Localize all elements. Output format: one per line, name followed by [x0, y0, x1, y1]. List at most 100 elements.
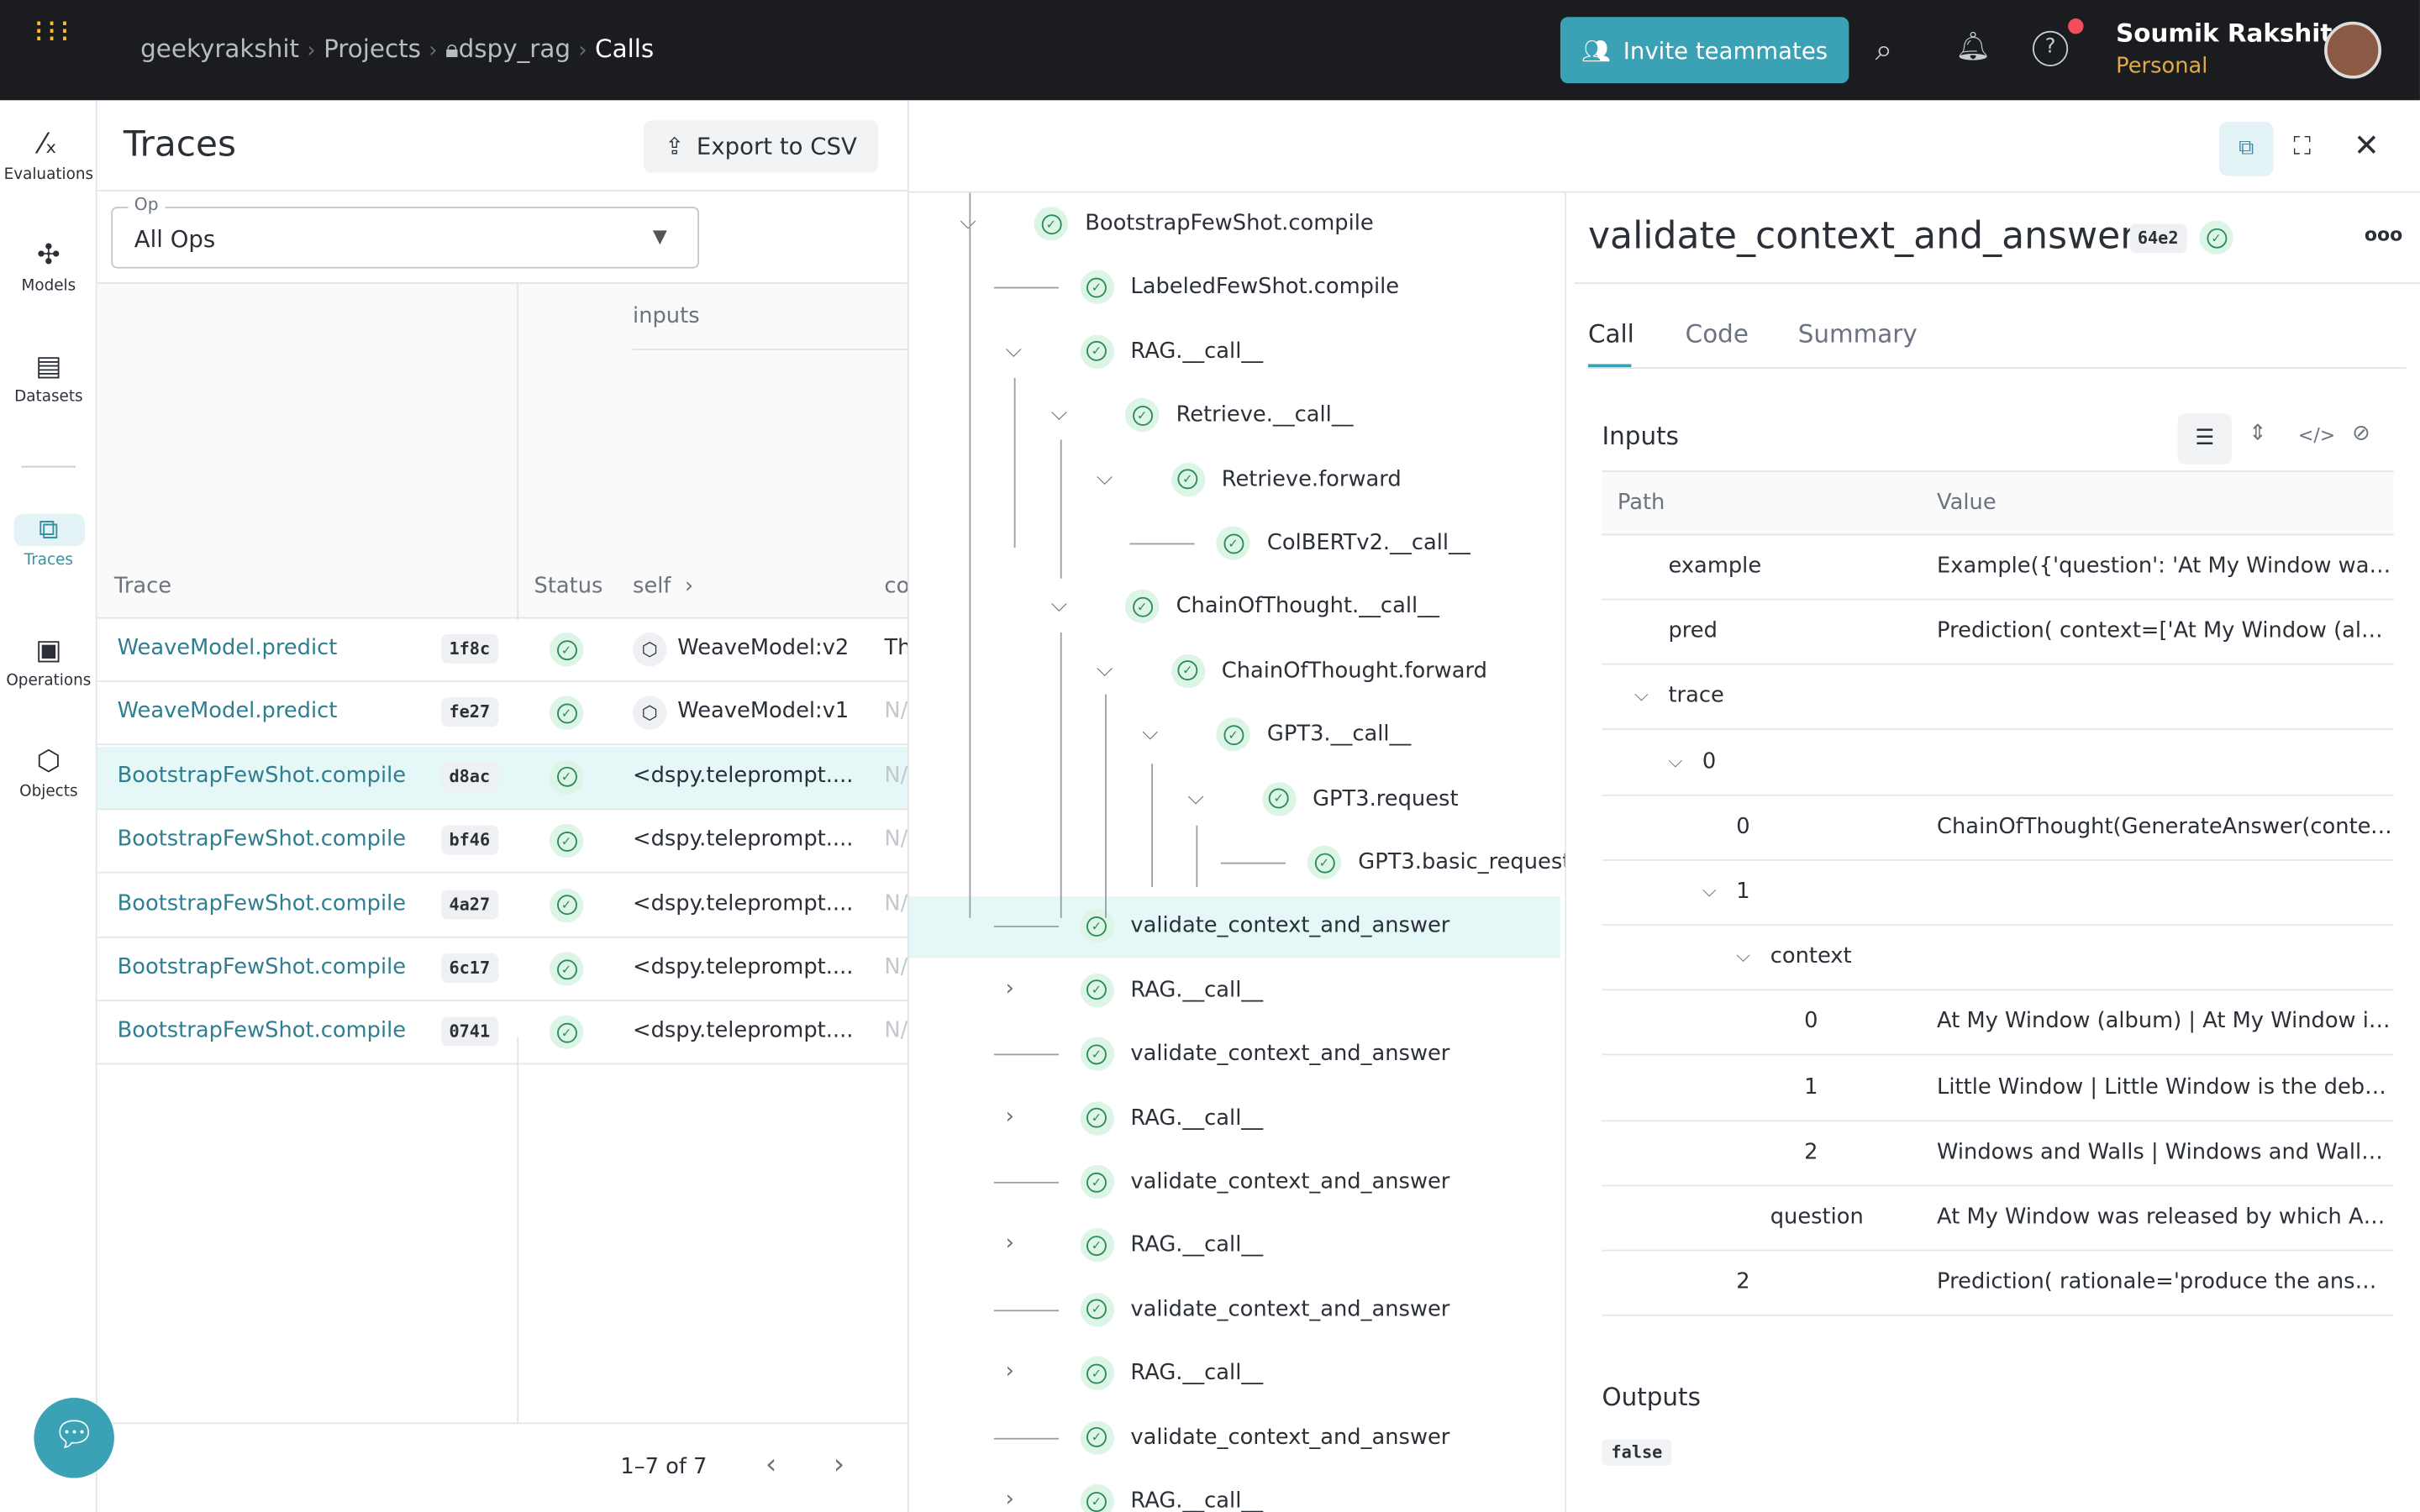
trace-link[interactable]: BootstrapFewShot.compile: [118, 891, 407, 916]
close-icon[interactable]: ✕: [2354, 127, 2380, 164]
inputs-row[interactable]: question At My Window was released by whi…: [1602, 1186, 2394, 1252]
inputs-row[interactable]: ⌵ trace: [1602, 665, 2394, 731]
tree-node[interactable]: ✓ GPT3.__call__: [1216, 704, 1411, 765]
chevron-down-icon[interactable]: ⌵: [1668, 749, 1682, 773]
wandb-logo-icon[interactable]: ⁝⁝⁝: [34, 15, 72, 46]
chevron-down-icon[interactable]: ⌵: [1051, 593, 1068, 617]
tree-node[interactable]: ✓ validate_context_and_answer: [1079, 895, 1449, 957]
breadcrumb-projects[interactable]: Projects: [324, 34, 421, 63]
inputs-row[interactable]: 1 Little Window | Little Window is the de…: [1602, 1056, 2394, 1121]
tree-node[interactable]: ✓ GPT3.basic_request: [1307, 832, 1565, 893]
list-view-icon[interactable]: ☰: [2177, 413, 2232, 465]
tab-code[interactable]: Code: [1686, 319, 1749, 349]
chevron-right-icon[interactable]: ›: [1006, 1488, 1014, 1512]
chevron-down-icon[interactable]: ⌵: [1736, 944, 1750, 968]
inputs-row[interactable]: 2 Prediction( rationale='produce the answ…: [1602, 1252, 2394, 1317]
chevron-down-icon[interactable]: ⌵: [1097, 657, 1113, 681]
trace-link[interactable]: BootstrapFewShot.compile: [118, 1019, 407, 1043]
tree-node[interactable]: ✓ RAG.__call__: [1079, 321, 1263, 382]
column-header-trace[interactable]: Trace: [114, 574, 171, 598]
column-header-self[interactable]: self ›: [633, 574, 693, 598]
trace-tree-toggle-icon[interactable]: ⧉: [2219, 122, 2274, 176]
column-header-co[interactable]: co: [884, 574, 909, 598]
sidebar-item-models[interactable]: ✣ Models: [0, 239, 97, 295]
op-filter-select[interactable]: Op All Ops ▼: [111, 194, 700, 269]
table-row[interactable]: BootstrapFewShot.compile 6c17 ✓ <dspy.telep…: [97, 938, 908, 1002]
sidebar-item-datasets[interactable]: ▤ Datasets: [0, 350, 97, 406]
inputs-row[interactable]: ⌵ context: [1602, 926, 2394, 991]
tree-node[interactable]: ✓ ChainOfThought.forward: [1171, 640, 1487, 701]
tree-node[interactable]: ✓ validate_context_and_answer: [1079, 1278, 1449, 1340]
user-name[interactable]: Soumik Rakshit: [2116, 18, 2332, 48]
inputs-row[interactable]: 0 At My Window (album) | At My Window is …: [1602, 991, 2394, 1057]
code-view-icon[interactable]: </>: [2298, 424, 2335, 446]
inputs-row[interactable]: pred Prediction( context=['At My Window (…: [1602, 601, 2394, 665]
trace-link[interactable]: WeaveModel.predict: [118, 700, 338, 724]
avatar[interactable]: [2324, 21, 2382, 79]
trace-link[interactable]: BootstrapFewShot.compile: [118, 955, 407, 979]
inputs-row[interactable]: ⌵ 1: [1602, 861, 2394, 927]
chevron-down-icon[interactable]: ⌵: [1702, 879, 1717, 903]
chevron-down-icon[interactable]: ⌵: [1051, 402, 1068, 426]
chat-support-button[interactable]: 💬︎: [34, 1398, 114, 1478]
table-row[interactable]: BootstrapFewShot.compile d8ac ✓ <dspy.telep…: [97, 746, 908, 810]
tree-node[interactable]: ✓ ColBERTv2.__call__: [1216, 512, 1470, 574]
sidebar-item-objects[interactable]: ⬡ Objects: [0, 745, 97, 801]
chevron-right-icon[interactable]: ›: [1006, 1231, 1014, 1256]
tree-node[interactable]: ✓ LabeledFewShot.compile: [1079, 257, 1399, 318]
next-page-button[interactable]: ›: [834, 1449, 844, 1482]
inputs-row[interactable]: 2 Windows and Walls | Windows and Walls i…: [1602, 1121, 2394, 1187]
sidebar-item-traces[interactable]: ⧉ Traces: [0, 513, 97, 570]
tree-node[interactable]: ✓ RAG.__call__: [1079, 1087, 1263, 1148]
tree-node[interactable]: ✓ ChainOfThought.__call__: [1124, 576, 1439, 638]
tree-node[interactable]: ✓ RAG.__call__: [1079, 1470, 1263, 1512]
self-value[interactable]: WeaveModel:v2: [677, 636, 849, 660]
tree-node[interactable]: ✓ Retrieve.forward: [1171, 449, 1402, 510]
fullscreen-icon[interactable]: ⛶: [2293, 131, 2311, 162]
tree-node[interactable]: ✓ validate_context_and_answer: [1079, 1023, 1449, 1084]
chevron-down-icon[interactable]: ⌵: [960, 210, 976, 234]
chevron-right-icon[interactable]: ›: [1006, 1359, 1014, 1383]
export-csv-button[interactable]: ⇪ Export to CSV: [643, 120, 879, 173]
sidebar-item-operations[interactable]: ▣ Operations: [0, 634, 97, 690]
table-row[interactable]: BootstrapFewShot.compile 0741 ✓ <dspy.telep…: [97, 1002, 908, 1066]
tree-node[interactable]: ✓ BootstrapFewShot.compile: [1034, 193, 1374, 255]
chevron-down-icon[interactable]: ⌵: [1142, 721, 1159, 745]
tree-node[interactable]: ✓ RAG.__call__: [1079, 1342, 1263, 1404]
tree-node[interactable]: ✓ RAG.__call__: [1079, 959, 1263, 1021]
invite-teammates-button[interactable]: 👥︎ Invite teammates: [1560, 17, 1849, 84]
chevron-down-icon[interactable]: ⌵: [1006, 338, 1023, 362]
trace-link[interactable]: BootstrapFewShot.compile: [118, 764, 407, 788]
table-row[interactable]: BootstrapFewShot.compile 4a27 ✓ <dspy.telep…: [97, 874, 908, 937]
help-icon[interactable]: ?: [2032, 30, 2069, 66]
prev-page-button[interactable]: ‹: [765, 1449, 776, 1482]
chevron-down-icon[interactable]: ⌵: [1634, 684, 1649, 707]
tab-call[interactable]: Call: [1588, 319, 1634, 349]
breadcrumb-entity[interactable]: geekyrakshit: [140, 34, 299, 63]
table-row[interactable]: BootstrapFewShot.compile bf46 ✓ <dspy.telep…: [97, 811, 908, 874]
tree-node[interactable]: ✓ GPT3.request: [1261, 768, 1459, 829]
self-value[interactable]: WeaveModel:v1: [677, 700, 849, 724]
chevron-down-icon[interactable]: ⌵: [1097, 465, 1113, 490]
expand-collapse-icon[interactable]: ⇕: [2249, 421, 2267, 445]
inputs-row[interactable]: ⌵ 0: [1602, 731, 2394, 795]
bell-icon[interactable]: 🔔︎: [1955, 31, 1991, 64]
breadcrumb-project[interactable]: dspy_rag: [459, 34, 571, 63]
tree-node[interactable]: ✓ RAG.__call__: [1079, 1215, 1263, 1276]
tab-summary[interactable]: Summary: [1798, 319, 1918, 349]
table-row[interactable]: WeaveModel.predict 1f8c ✓ ⬡ WeaveModel:v2 Th: [97, 619, 908, 682]
inputs-row[interactable]: 0 ChainOfThought(GenerateAnswer(context, …: [1602, 795, 2394, 861]
chevron-right-icon[interactable]: ›: [1006, 976, 1014, 1000]
hide-icon[interactable]: ⊘: [2352, 421, 2370, 445]
tree-node[interactable]: ✓ Retrieve.__call__: [1124, 385, 1354, 446]
tree-node[interactable]: ✓ validate_context_and_answer: [1079, 1151, 1449, 1212]
inputs-row[interactable]: example Example({'question': 'At My Windo…: [1602, 535, 2394, 601]
trace-link[interactable]: WeaveModel.predict: [118, 636, 338, 660]
sidebar-item-evaluations[interactable]: ⁄ₓ Evaluations: [0, 128, 97, 183]
table-row[interactable]: WeaveModel.predict fe27 ✓ ⬡ WeaveModel:v1 N/: [97, 683, 908, 746]
chevron-down-icon[interactable]: ⌵: [1187, 785, 1204, 809]
search-icon[interactable]: ⌕: [1876, 31, 1893, 68]
chevron-right-icon[interactable]: ›: [1006, 1104, 1014, 1128]
more-options-icon[interactable]: ooo: [2365, 223, 2402, 245]
tree-node[interactable]: ✓ validate_context_and_answer: [1079, 1406, 1449, 1467]
